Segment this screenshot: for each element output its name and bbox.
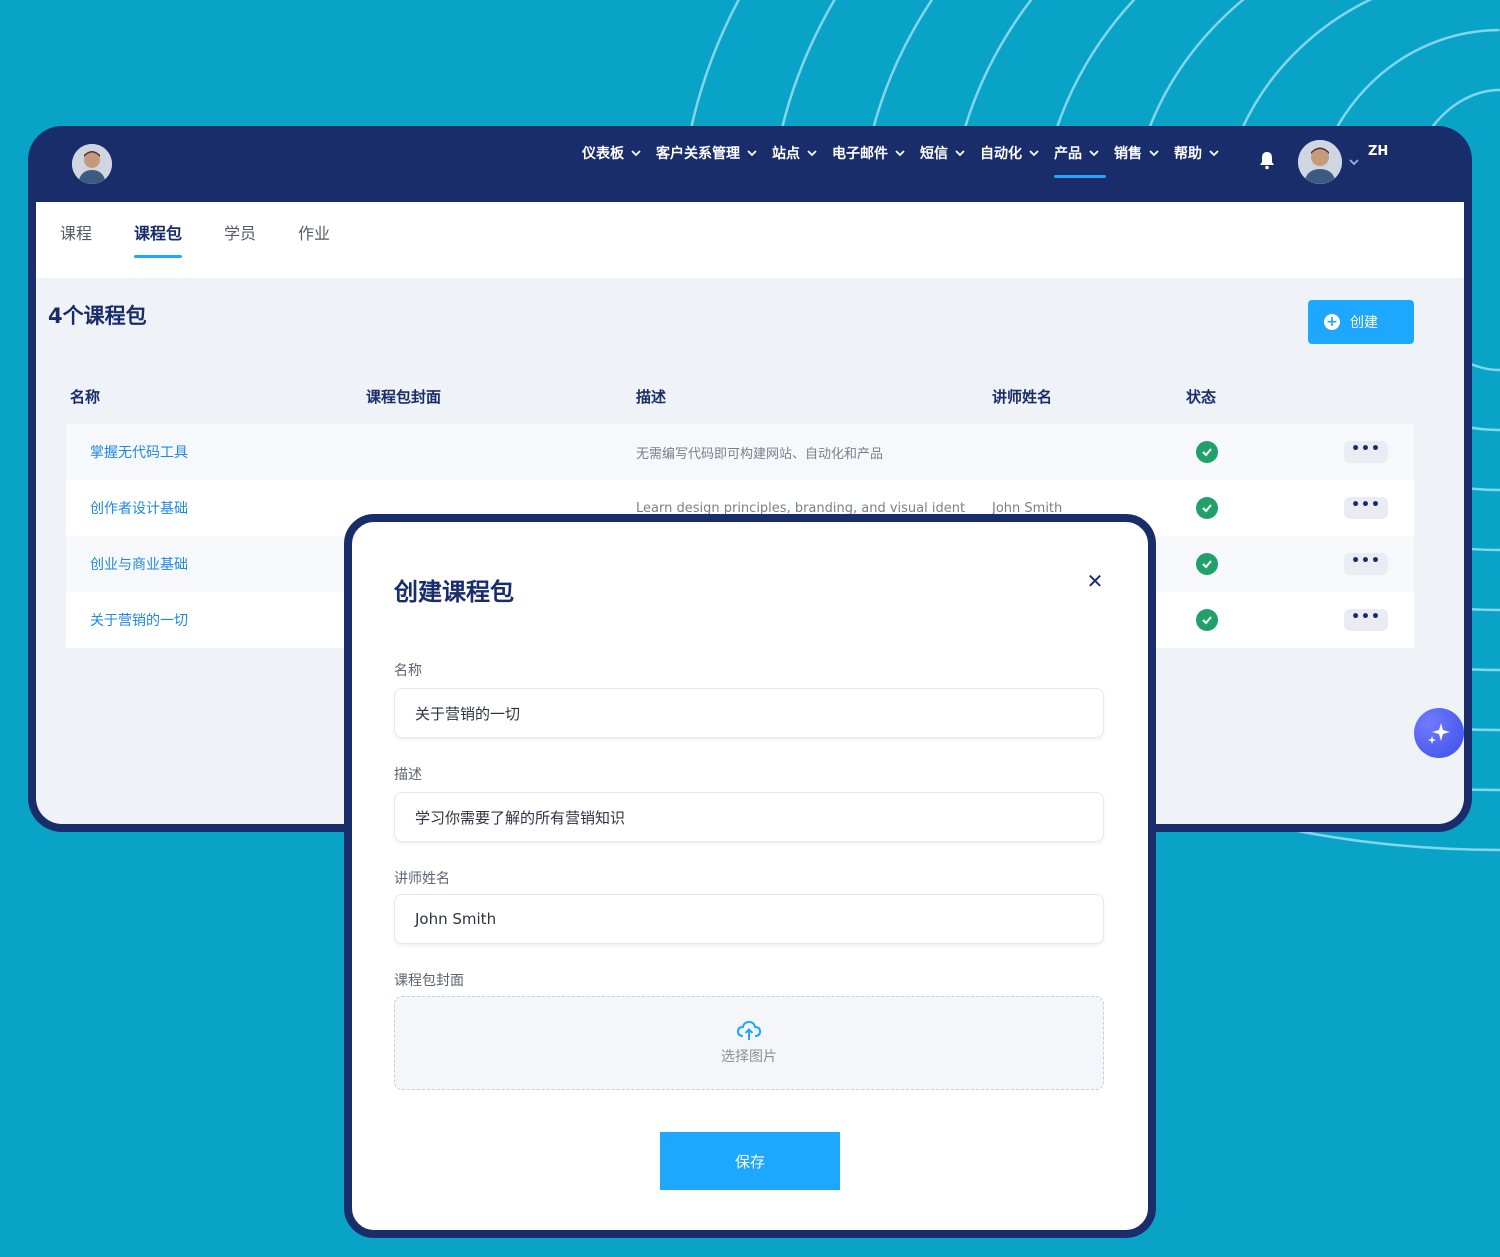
- nav-sms[interactable]: 短信: [920, 142, 966, 164]
- nav-dashboard-label: 仪表板: [582, 146, 624, 162]
- nav-crm[interactable]: 客户关系管理: [656, 142, 758, 164]
- chevron-down-icon[interactable]: [1348, 156, 1360, 168]
- tab-students[interactable]: 学员: [224, 220, 256, 258]
- nav-help-label: 帮助: [1174, 146, 1202, 162]
- nav-sites-label: 站点: [772, 146, 800, 162]
- sparkle-icon: [1428, 723, 1450, 744]
- actions-cell: •••: [1296, 441, 1414, 463]
- header-name: 名称: [70, 387, 101, 406]
- modal-title: 创建课程包: [394, 578, 514, 606]
- nav-dashboard[interactable]: 仪表板: [582, 142, 642, 164]
- language-switch[interactable]: ZH: [1368, 144, 1388, 159]
- actions-cell: •••: [1296, 553, 1414, 575]
- save-button[interactable]: 保存: [660, 1132, 840, 1190]
- nav-sites[interactable]: 站点: [772, 142, 818, 164]
- nav-email-label: 电子邮件: [832, 146, 888, 162]
- nav-crm-label: 客户关系管理: [656, 146, 740, 162]
- bundle-name-link[interactable]: 掌握无代码工具: [66, 442, 366, 462]
- nav-help[interactable]: 帮助: [1174, 142, 1220, 164]
- actions-cell: •••: [1296, 497, 1414, 519]
- top-navbar: 仪表板 客户关系管理 站点 电子邮件 短信 自动化 产品 销售 帮助 ZH: [36, 126, 1464, 202]
- name-field-label: 名称: [394, 663, 422, 679]
- chevron-down-icon: [1209, 150, 1219, 157]
- chevron-down-icon: [955, 150, 965, 157]
- tab-courses[interactable]: 课程: [60, 220, 92, 258]
- more-actions-button[interactable]: •••: [1344, 553, 1388, 575]
- tab-bundles[interactable]: 课程包: [134, 220, 183, 258]
- plus-circle-icon: +: [1324, 314, 1340, 330]
- more-actions-button[interactable]: •••: [1344, 441, 1388, 463]
- choose-image-label: 选择图片: [721, 1049, 777, 1065]
- chevron-down-icon: [1149, 150, 1159, 157]
- check-circle-icon: [1196, 609, 1218, 631]
- description-input[interactable]: 学习你需要了解的所有营销知识: [394, 792, 1104, 842]
- nav-products-label: 产品: [1054, 146, 1082, 162]
- chevron-down-icon: [631, 150, 641, 157]
- cloud-upload-icon: [737, 1020, 761, 1040]
- nav-automation[interactable]: 自动化: [980, 142, 1040, 164]
- tab-assignments[interactable]: 作业: [298, 220, 330, 258]
- bundle-name-link[interactable]: 创作者设计基础: [66, 498, 366, 518]
- user-avatar[interactable]: [1298, 140, 1342, 184]
- check-circle-icon: [1196, 441, 1218, 463]
- more-actions-button[interactable]: •••: [1344, 497, 1388, 519]
- description-field-label: 描述: [394, 767, 422, 783]
- header-status: 状态: [1186, 387, 1217, 406]
- name-input[interactable]: 关于营销的一切: [394, 688, 1104, 738]
- nav-email[interactable]: 电子邮件: [832, 142, 906, 164]
- create-bundle-modal: 创建课程包 ✕ 名称 关于营销的一切 描述 学习你需要了解的所有营销知识 讲师姓…: [344, 514, 1156, 1238]
- chevron-down-icon: [807, 150, 817, 157]
- status-cell: [1186, 609, 1296, 631]
- brand-avatar-icon[interactable]: [72, 144, 112, 184]
- bundle-name-link[interactable]: 创业与商业基础: [66, 554, 366, 574]
- nav-automation-label: 自动化: [980, 146, 1022, 162]
- nav-products[interactable]: 产品: [1054, 142, 1106, 178]
- instructor-input[interactable]: John Smith: [394, 894, 1104, 944]
- bundle-description: 无需编写代码即可构建网站、自动化和产品: [636, 446, 884, 462]
- more-actions-button[interactable]: •••: [1344, 609, 1388, 631]
- actions-cell: •••: [1296, 609, 1414, 631]
- cover-field-label: 课程包封面: [394, 973, 464, 989]
- status-cell: [1186, 553, 1296, 575]
- nav-sms-label: 短信: [920, 146, 948, 162]
- header-cover: 课程包封面: [366, 387, 442, 406]
- cover-image-dropzone[interactable]: 选择图片: [394, 996, 1104, 1090]
- ai-assistant-button[interactable]: [1414, 708, 1464, 758]
- close-icon[interactable]: ✕: [1084, 570, 1106, 592]
- create-button-label: 创建: [1350, 315, 1378, 331]
- check-circle-icon: [1196, 497, 1218, 519]
- chevron-down-icon: [895, 150, 905, 157]
- nav-sales-label: 销售: [1114, 146, 1142, 162]
- header-instructor: 讲师姓名: [992, 387, 1053, 406]
- sub-tabs: 课程 课程包 学员 作业: [36, 202, 1464, 278]
- create-bundle-button[interactable]: + 创建: [1308, 300, 1414, 344]
- nav-sales[interactable]: 销售: [1114, 142, 1160, 164]
- table-row[interactable]: 掌握无代码工具 无需编写代码即可构建网站、自动化和产品 •••: [66, 424, 1414, 480]
- header-description: 描述: [636, 387, 667, 406]
- bell-icon[interactable]: [1258, 150, 1276, 170]
- status-cell: [1186, 441, 1296, 463]
- check-circle-icon: [1196, 553, 1218, 575]
- chevron-down-icon: [747, 150, 757, 157]
- status-cell: [1186, 497, 1296, 519]
- instructor-field-label: 讲师姓名: [394, 871, 450, 887]
- main-nav: 仪表板 客户关系管理 站点 电子邮件 短信 自动化 产品 销售 帮助: [582, 142, 1234, 178]
- chevron-down-icon: [1089, 150, 1099, 157]
- chevron-down-icon: [1029, 150, 1039, 157]
- page-title: 4个课程包: [48, 304, 147, 328]
- table-header: 名称 课程包封面 描述 讲师姓名 状态: [66, 368, 1414, 424]
- bundle-name-link[interactable]: 关于营销的一切: [66, 610, 366, 630]
